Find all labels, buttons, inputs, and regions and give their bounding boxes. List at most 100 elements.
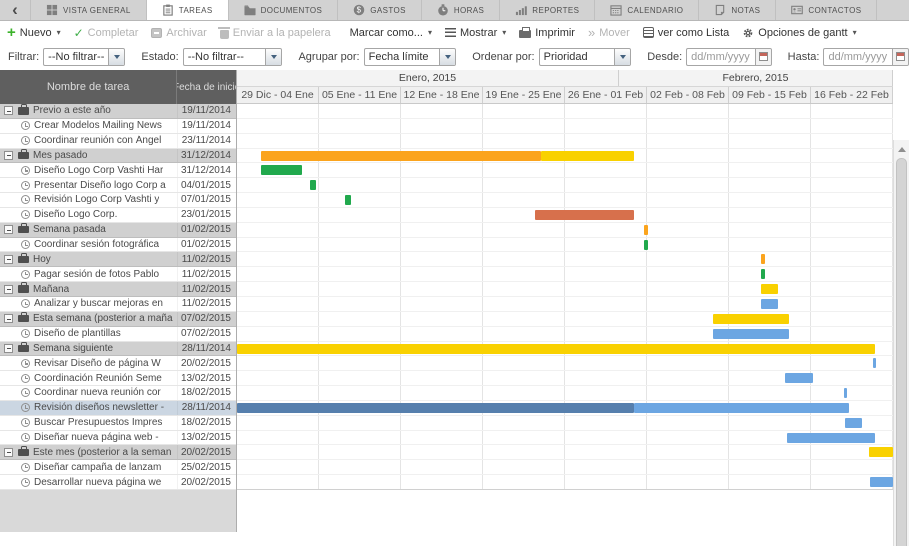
collapse-minus-icon[interactable] xyxy=(4,448,13,457)
send-to-trash-label: Enviar a la papelera xyxy=(233,27,331,39)
gantt-bar-blue[interactable] xyxy=(873,358,876,368)
gantt-bar-orange[interactable] xyxy=(761,254,765,264)
collapse-minus-icon[interactable] xyxy=(4,151,13,160)
gantt-bar-green[interactable] xyxy=(345,195,351,205)
gantt-bar-green[interactable] xyxy=(261,165,302,175)
task-row[interactable]: Revisión diseños newsletter -28/11/2014 xyxy=(0,401,236,416)
tab-calendario[interactable]: CALENDARIO xyxy=(594,0,698,20)
gantt-bar-yellow[interactable] xyxy=(237,344,875,354)
task-group-row[interactable]: Semana siguiente28/11/2014 xyxy=(0,342,236,357)
mark-as-button[interactable]: Marcar como... ▾ xyxy=(350,27,432,39)
gantt-bar-blue[interactable] xyxy=(787,433,875,443)
task-row[interactable]: Diseño Logo Corp.23/01/2015 xyxy=(0,208,236,223)
collapse-minus-icon[interactable] xyxy=(4,344,13,353)
tab-tareas[interactable]: TAREAS xyxy=(146,0,228,20)
task-group-row[interactable]: Semana pasada01/02/2015 xyxy=(0,223,236,238)
view-as-list-button[interactable]: ver como Lista xyxy=(643,27,730,39)
task-row[interactable]: Coordinación Reunión Seme13/02/2015 xyxy=(0,371,236,386)
dropdown-arrow-icon[interactable] xyxy=(108,49,124,65)
calendar-picker-icon[interactable] xyxy=(755,49,771,65)
task-row[interactable]: Analizar y buscar mejoras en11/02/2015 xyxy=(0,297,236,312)
gantt-bar-yellow[interactable] xyxy=(541,151,634,161)
gantt-bar-blue[interactable] xyxy=(785,373,813,383)
task-row[interactable]: Diseñar nueva página web -13/02/2015 xyxy=(0,431,236,446)
to-date-input[interactable]: dd/mm/yyyy xyxy=(823,48,909,66)
dropdown-arrow-icon[interactable] xyxy=(265,49,281,65)
task-group-row[interactable]: Mañana11/02/2015 xyxy=(0,282,236,297)
calendar-picker-icon[interactable] xyxy=(892,49,908,65)
move-button[interactable]: » Mover xyxy=(588,27,630,39)
gantt-bar-darkblue[interactable] xyxy=(237,403,634,413)
clock-icon xyxy=(21,329,30,338)
task-row[interactable]: Coordinar reunión con Ángel23/11/2014 xyxy=(0,134,236,149)
gantt-bar-orange[interactable] xyxy=(644,225,648,235)
task-row[interactable]: Revisar Diseño de página W20/02/2015 xyxy=(0,356,236,371)
tab-contactos[interactable]: CONTACTOS xyxy=(775,0,877,20)
show-button[interactable]: Mostrar ▾ xyxy=(445,27,506,39)
task-row[interactable]: Presentar Diseño logo Corp a04/01/2015 xyxy=(0,178,236,193)
task-row[interactable]: Crear Modelos Mailing News19/11/2014 xyxy=(0,119,236,134)
gantt-bar-blue[interactable] xyxy=(634,403,849,413)
task-name-column-header[interactable]: Nombre de tarea xyxy=(0,70,177,104)
task-row[interactable]: Pagar sesión de fotos Pablo11/02/2015 xyxy=(0,267,236,282)
task-row[interactable]: Desarrollar nueva página we20/02/2015 xyxy=(0,475,236,490)
send-to-trash-button[interactable]: Enviar a la papelera xyxy=(220,27,331,39)
gantt-bar-blue[interactable] xyxy=(761,299,778,309)
gantt-bar-yellow[interactable] xyxy=(713,314,789,324)
new-button[interactable]: + Nuevo ▾ xyxy=(7,27,61,39)
task-group-row[interactable]: Hoy11/02/2015 xyxy=(0,252,236,267)
tab-vista-general[interactable]: VISTA GENERAL xyxy=(30,0,146,20)
task-row[interactable]: Diseñar campaña de lanzam25/02/2015 xyxy=(0,460,236,475)
order-by-select[interactable]: Prioridad xyxy=(539,48,632,66)
task-row[interactable]: Diseño de plantillas07/02/2015 xyxy=(0,327,236,342)
gantt-bar-blue[interactable] xyxy=(845,418,862,428)
task-row[interactable]: Revisión Logo Corp Vashti y07/01/2015 xyxy=(0,193,236,208)
tab-gastos[interactable]: $ GASTOS xyxy=(337,0,421,20)
task-row[interactable]: Coordinar nueva reunión cor18/02/2015 xyxy=(0,386,236,401)
tab-notas[interactable]: NOTAS xyxy=(698,0,775,20)
complete-button[interactable]: ✓ Completar xyxy=(74,27,139,39)
group-by-select[interactable]: Fecha límite xyxy=(364,48,457,66)
task-row[interactable]: Coordinar sesión fotográfica01/02/2015 xyxy=(0,238,236,253)
status-select[interactable]: --No filtrar-- xyxy=(183,48,283,66)
scroll-up-button[interactable] xyxy=(894,142,909,156)
tab-horas[interactable]: HORAS xyxy=(421,0,499,20)
gantt-bar-green[interactable] xyxy=(761,269,765,279)
gantt-row xyxy=(237,223,893,238)
task-group-row[interactable]: Mes pasado31/12/2014 xyxy=(0,149,236,164)
start-date-column-header[interactable]: Fecha de inicio xyxy=(177,70,236,104)
tab-reportes[interactable]: REPORTES xyxy=(499,0,594,20)
collapse-minus-icon[interactable] xyxy=(4,285,13,294)
gantt-bar-terracotta[interactable] xyxy=(535,210,634,220)
gantt-bar-yellow[interactable] xyxy=(761,284,778,294)
collapse-minus-icon[interactable] xyxy=(4,225,13,234)
back-button[interactable]: ‹ xyxy=(0,0,30,20)
gantt-row xyxy=(237,342,893,357)
gantt-bar-green[interactable] xyxy=(310,180,316,190)
gantt-bar-orange[interactable] xyxy=(261,151,541,161)
dropdown-arrow-icon[interactable] xyxy=(439,49,455,65)
tab-documentos[interactable]: DOCUMENTOS xyxy=(228,0,338,20)
collapse-minus-icon[interactable] xyxy=(4,255,13,264)
task-row[interactable]: Buscar Presupuestos Impres18/02/2015 xyxy=(0,416,236,431)
archive-button[interactable]: Archivar xyxy=(151,27,206,39)
vertical-scrollbar[interactable] xyxy=(893,140,909,546)
collapse-minus-icon[interactable] xyxy=(4,106,13,115)
gantt-bar-yellow[interactable] xyxy=(869,447,893,457)
task-row[interactable]: Diseño Logo Corp Vashti Har31/12/2014 xyxy=(0,163,236,178)
from-date-input[interactable]: dd/mm/yyyy xyxy=(686,48,772,66)
gantt-bar-blue[interactable] xyxy=(844,388,847,398)
gantt-bar-blue[interactable] xyxy=(870,477,893,487)
task-group-row[interactable]: Previo a este año19/11/2014 xyxy=(0,104,236,119)
filter-select[interactable]: --No filtrar-- xyxy=(43,48,125,66)
collapse-minus-icon[interactable] xyxy=(4,314,13,323)
dropdown-arrow-icon[interactable] xyxy=(614,49,630,65)
gantt-options-button[interactable]: Opciones de gantt ▾ xyxy=(742,27,856,39)
task-group-row[interactable]: Este mes (posterior a la seman20/02/2015 xyxy=(0,445,236,460)
vertical-scrollbar-thumb[interactable] xyxy=(896,158,907,546)
gantt-bar-green[interactable] xyxy=(644,240,648,250)
clock-icon xyxy=(21,388,30,397)
gantt-bar-blue[interactable] xyxy=(713,329,789,339)
print-button[interactable]: Imprimir xyxy=(519,27,575,39)
task-group-row[interactable]: Esta semana (posterior a maña07/02/2015 xyxy=(0,312,236,327)
